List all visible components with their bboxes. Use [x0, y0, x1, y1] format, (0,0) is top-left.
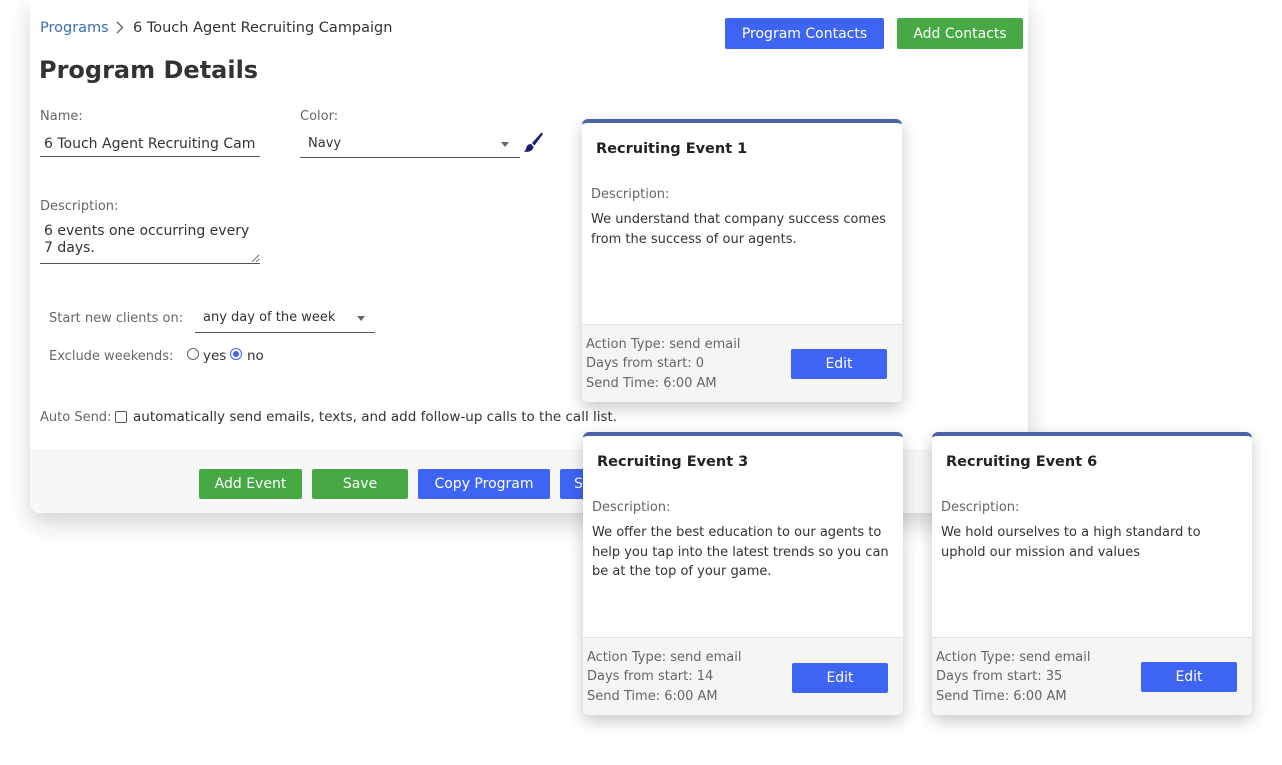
page-title: Program Details	[39, 56, 259, 84]
description-label: Description:	[40, 199, 119, 214]
event-card-footer: Action Type: send email Days from start:…	[583, 637, 903, 715]
event-card-footer: Action Type: send email Days from start:…	[582, 324, 902, 402]
exclude-weekends-label: Exclude weekends:	[49, 349, 174, 364]
exclude-weekends-yes-radio[interactable]	[187, 348, 199, 360]
event-send-time: Send Time: 6:00 AM	[936, 689, 1067, 704]
color-label: Color:	[300, 109, 339, 124]
event-action-type: Action Type: send email	[587, 650, 742, 665]
event-card: Recruiting Event 1 Description: We under…	[582, 119, 902, 402]
event-description-label: Description:	[591, 187, 670, 202]
event-card-footer: Action Type: send email Days from start:…	[932, 637, 1252, 715]
auto-send-checkbox[interactable]	[115, 411, 127, 423]
event-days-from-start: Days from start: 0	[586, 356, 705, 371]
color-select-value: Navy	[308, 136, 342, 151]
edit-event-button[interactable]: Edit	[1141, 662, 1237, 692]
chevron-down-icon	[357, 316, 365, 321]
event-action-type: Action Type: send email	[586, 337, 741, 352]
event-send-time: Send Time: 6:00 AM	[587, 689, 718, 704]
event-action-type: Action Type: send email	[936, 650, 1091, 665]
name-label: Name:	[40, 109, 83, 124]
event-days-from-start: Days from start: 35	[936, 669, 1063, 684]
event-description: We understand that company success comes…	[591, 212, 886, 247]
event-description: We offer the best education to our agent…	[592, 525, 889, 579]
event-title: Recruiting Event 3	[597, 454, 749, 470]
add-event-button[interactable]: Add Event	[199, 469, 302, 499]
chevron-down-icon	[501, 142, 509, 147]
start-day-select-value: any day of the week	[203, 310, 336, 325]
event-title: Recruiting Event 6	[946, 454, 1098, 470]
auto-send-label: Auto Send:	[40, 410, 112, 425]
auto-send-text: automatically send emails, texts, and ad…	[133, 409, 618, 425]
program-contacts-button[interactable]: Program Contacts	[725, 18, 884, 49]
save-button[interactable]: Save	[312, 469, 408, 499]
event-card: Recruiting Event 6 Description: We hold …	[932, 432, 1252, 715]
breadcrumb-current: 6 Touch Agent Recruiting Campaign	[133, 20, 393, 36]
edit-event-button[interactable]: Edit	[791, 349, 887, 379]
edit-event-button[interactable]: Edit	[792, 663, 888, 693]
start-clients-label: Start new clients on:	[49, 311, 184, 326]
event-days-from-start: Days from start: 14	[587, 669, 714, 684]
event-send-time: Send Time: 6:00 AM	[586, 376, 717, 391]
yes-label: yes	[203, 348, 227, 364]
description-textarea[interactable]: 6 events one occurring every 7 days.	[40, 221, 260, 264]
name-input[interactable]	[40, 132, 260, 157]
add-contacts-button[interactable]: Add Contacts	[897, 18, 1023, 49]
event-card: Recruiting Event 3 Description: We offer…	[583, 432, 903, 715]
paint-brush-icon[interactable]	[522, 131, 544, 157]
no-label: no	[247, 348, 264, 364]
breadcrumb-chevron-icon	[116, 21, 124, 38]
copy-program-button[interactable]: Copy Program	[418, 469, 550, 499]
exclude-weekends-no-radio[interactable]	[230, 348, 242, 360]
event-description-label: Description:	[592, 500, 671, 515]
start-day-select[interactable]: any day of the week	[195, 308, 375, 333]
color-select[interactable]: Navy	[300, 134, 520, 158]
breadcrumb-programs-link[interactable]: Programs	[40, 20, 109, 36]
event-title: Recruiting Event 1	[596, 141, 748, 157]
event-description-label: Description:	[941, 500, 1020, 515]
event-description: We hold ourselves to a high standard to …	[941, 525, 1201, 560]
